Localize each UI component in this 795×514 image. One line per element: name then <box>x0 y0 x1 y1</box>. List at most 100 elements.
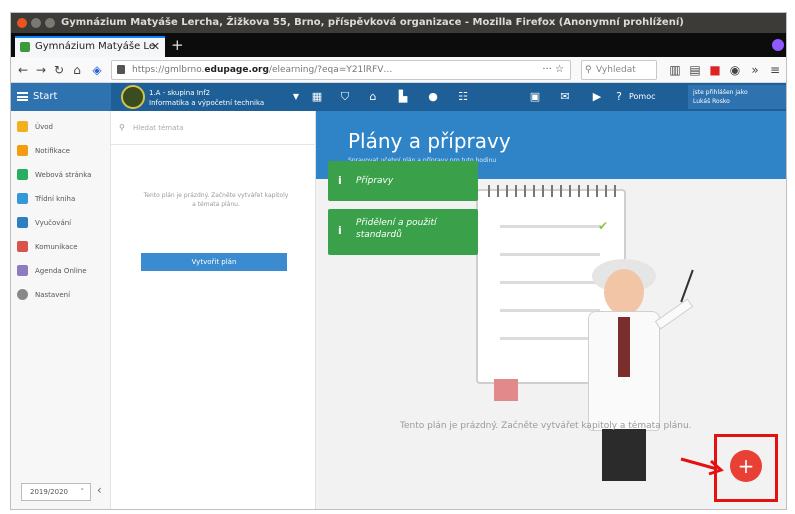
school-year-select[interactable]: 2019/2020 ˅ <box>21 483 91 501</box>
sidebar-toggle-icon[interactable]: ▤ <box>687 61 703 79</box>
gear-icon <box>17 289 28 300</box>
overflow-chevron-icon[interactable]: » <box>747 61 763 79</box>
sidebar-item-label: Úvod <box>35 123 53 131</box>
video-icon[interactable]: ▶ <box>589 89 605 105</box>
school-favicon-icon <box>20 42 30 52</box>
user-menu[interactable]: jste přihlášen jako Lukáš Rosko <box>688 85 786 109</box>
url-domain: edupage.org <box>204 65 269 75</box>
browser-tab[interactable]: Gymnázium Matyáše Le ✕ <box>15 36 165 57</box>
tip-standardy[interactable]: i Přidělení a použití standardů <box>328 209 478 255</box>
new-tab-button[interactable]: + <box>171 35 184 55</box>
url-prefix: https://gmlbrno. <box>132 65 205 75</box>
help-link[interactable]: Pomoc <box>629 83 656 111</box>
tab-strip: Gymnázium Matyáše Le ✕ + <box>11 33 786 57</box>
professor-head <box>604 269 644 315</box>
website-icon <box>17 169 28 180</box>
plans-icon[interactable]: ▦ <box>309 89 325 105</box>
create-plan-button[interactable]: Vytvořit plán <box>141 253 287 271</box>
sidebar-item-nastaveni[interactable]: Nastavení <box>11 283 111 307</box>
bookmark-ribbon <box>494 379 518 401</box>
class-subject: Informatika a výpočetní technika <box>149 99 265 107</box>
user-status: jste přihlášen jako <box>693 89 748 96</box>
minimize-window-button[interactable] <box>31 18 41 28</box>
add-button[interactable]: + <box>730 450 762 482</box>
lock-icon <box>117 65 125 74</box>
sidebar-item-label: Komunikace <box>35 243 78 251</box>
addon-icon[interactable]: ◉ <box>727 61 743 79</box>
sidebar-item-agenda-online[interactable]: Agenda Online <box>11 259 111 283</box>
library-icon[interactable]: ▥ <box>667 61 683 79</box>
tip-label: Přípravy <box>356 176 394 186</box>
app-header: Start 1.A - skupina Inf2 Informatika a v… <box>11 83 786 111</box>
star-icon <box>17 121 28 132</box>
topic-search-input[interactable]: ⚲ Hledat témata <box>111 111 316 145</box>
private-browsing-icon <box>772 39 784 51</box>
chevron-down-icon: ▼ <box>292 92 299 101</box>
search-input[interactable]: ⚲ Vyhledat <box>581 60 657 80</box>
photo-icon[interactable]: ▣ <box>527 89 543 105</box>
window-titlebar: Gymnázium Matyáše Lercha, Žižkova 55, Br… <box>11 13 786 33</box>
sidebar-item-label: Třídní kniha <box>35 195 76 203</box>
close-window-button[interactable] <box>17 18 27 28</box>
browser-window: Gymnázium Matyáše Lercha, Žižkova 55, Br… <box>10 12 787 510</box>
plan-list-panel: ⚲ Hledat témata Tento plán je prázdný. Z… <box>111 111 316 509</box>
user-name: Lukáš Rosko <box>693 98 730 105</box>
hamburger-icon <box>17 92 28 101</box>
plan-empty-message: Tento plán je prázdný. Začněte vytvářet … <box>143 192 289 208</box>
menu-icon[interactable]: ≡ <box>767 61 783 79</box>
forward-arrow-icon[interactable]: → <box>33 61 49 79</box>
grades-chart-icon[interactable]: ▙ <box>395 89 411 105</box>
left-sidebar: Úvod Notifikace Webová stránka Třídní kn… <box>11 111 111 509</box>
notebook-rings <box>488 185 618 197</box>
sidebar-item-label: Notifikace <box>35 147 70 155</box>
sidebar-item-label: Nastavení <box>35 291 71 299</box>
sidebar-item-vyucovani[interactable]: Vyučování <box>11 211 111 235</box>
notifications-icon <box>17 145 28 156</box>
reload-icon[interactable]: ↻ <box>51 61 67 79</box>
window-title: Gymnázium Matyáše Lercha, Žižkova 55, Br… <box>61 17 684 28</box>
main-empty-message: Tento plán je prázdný. Začněte vytvářet … <box>400 421 692 431</box>
url-path: /elearning/?eqa=Y21lRFV… <box>268 65 393 75</box>
pen-icon <box>17 265 28 276</box>
tab-title: Gymnázium Matyáše Le <box>35 41 155 52</box>
attendance-icon[interactable]: ● <box>425 89 441 105</box>
chevron-down-icon: ˅ <box>80 488 85 496</box>
tracking-shield-icon[interactable]: ◈ <box>89 61 105 79</box>
notebook-line <box>500 225 600 228</box>
badge-icon[interactable]: ⛉ <box>337 89 353 105</box>
sidebar-item-tridni-kniha[interactable]: Třídní kniha <box>11 187 111 211</box>
class-avatar <box>121 85 145 109</box>
tip-label: Přidělení a použití standardů <box>356 218 437 240</box>
tab-close-icon[interactable]: ✕ <box>151 38 160 56</box>
professor-legs <box>602 429 646 481</box>
sidebar-item-webova-stranka[interactable]: Webová stránka <box>11 163 111 187</box>
professor-tie <box>618 317 630 377</box>
search-placeholder: Vyhledat <box>596 65 636 75</box>
url-bar[interactable]: https://gmlbrno.edupage.org/elearning/?e… <box>111 60 571 80</box>
sidebar-item-notifikace[interactable]: Notifikace <box>11 139 111 163</box>
collapse-sidebar-button[interactable]: ‹ <box>97 483 102 497</box>
sidebar-item-label: Webová stránka <box>35 171 92 179</box>
school-icon[interactable]: ⌂ <box>365 89 381 105</box>
search-icon: ⚲ <box>119 123 125 132</box>
start-button[interactable]: Start <box>11 83 111 111</box>
extension-icon[interactable]: ■ <box>707 61 723 79</box>
help-icon[interactable]: ? <box>611 89 627 105</box>
search-icon: ⚲ <box>585 65 592 75</box>
home-icon[interactable]: ⌂ <box>69 61 85 79</box>
sidebar-item-uvod[interactable]: Úvod <box>11 115 111 139</box>
back-arrow-icon[interactable]: ← <box>15 61 31 79</box>
tip-pripravy[interactable]: i Přípravy <box>328 161 478 201</box>
timetable-icon[interactable]: ☷ <box>455 89 471 105</box>
navigation-bar: ← → ↻ ⌂ ◈ https://gmlbrno.edupage.org/el… <box>11 57 786 83</box>
sidebar-item-komunikace[interactable]: Komunikace <box>11 235 111 259</box>
start-label: Start <box>33 91 58 102</box>
window-controls <box>17 18 55 28</box>
page-actions[interactable]: ··· ☆ <box>542 61 564 79</box>
sidebar-item-label: Agenda Online <box>35 267 87 275</box>
class-selector[interactable]: 1.A - skupina Inf2 Informatika a výpočet… <box>121 85 301 109</box>
maximize-window-button[interactable] <box>45 18 55 28</box>
communication-icon <box>17 241 28 252</box>
info-icon: i <box>338 224 342 237</box>
messages-icon[interactable]: ✉ <box>557 89 573 105</box>
